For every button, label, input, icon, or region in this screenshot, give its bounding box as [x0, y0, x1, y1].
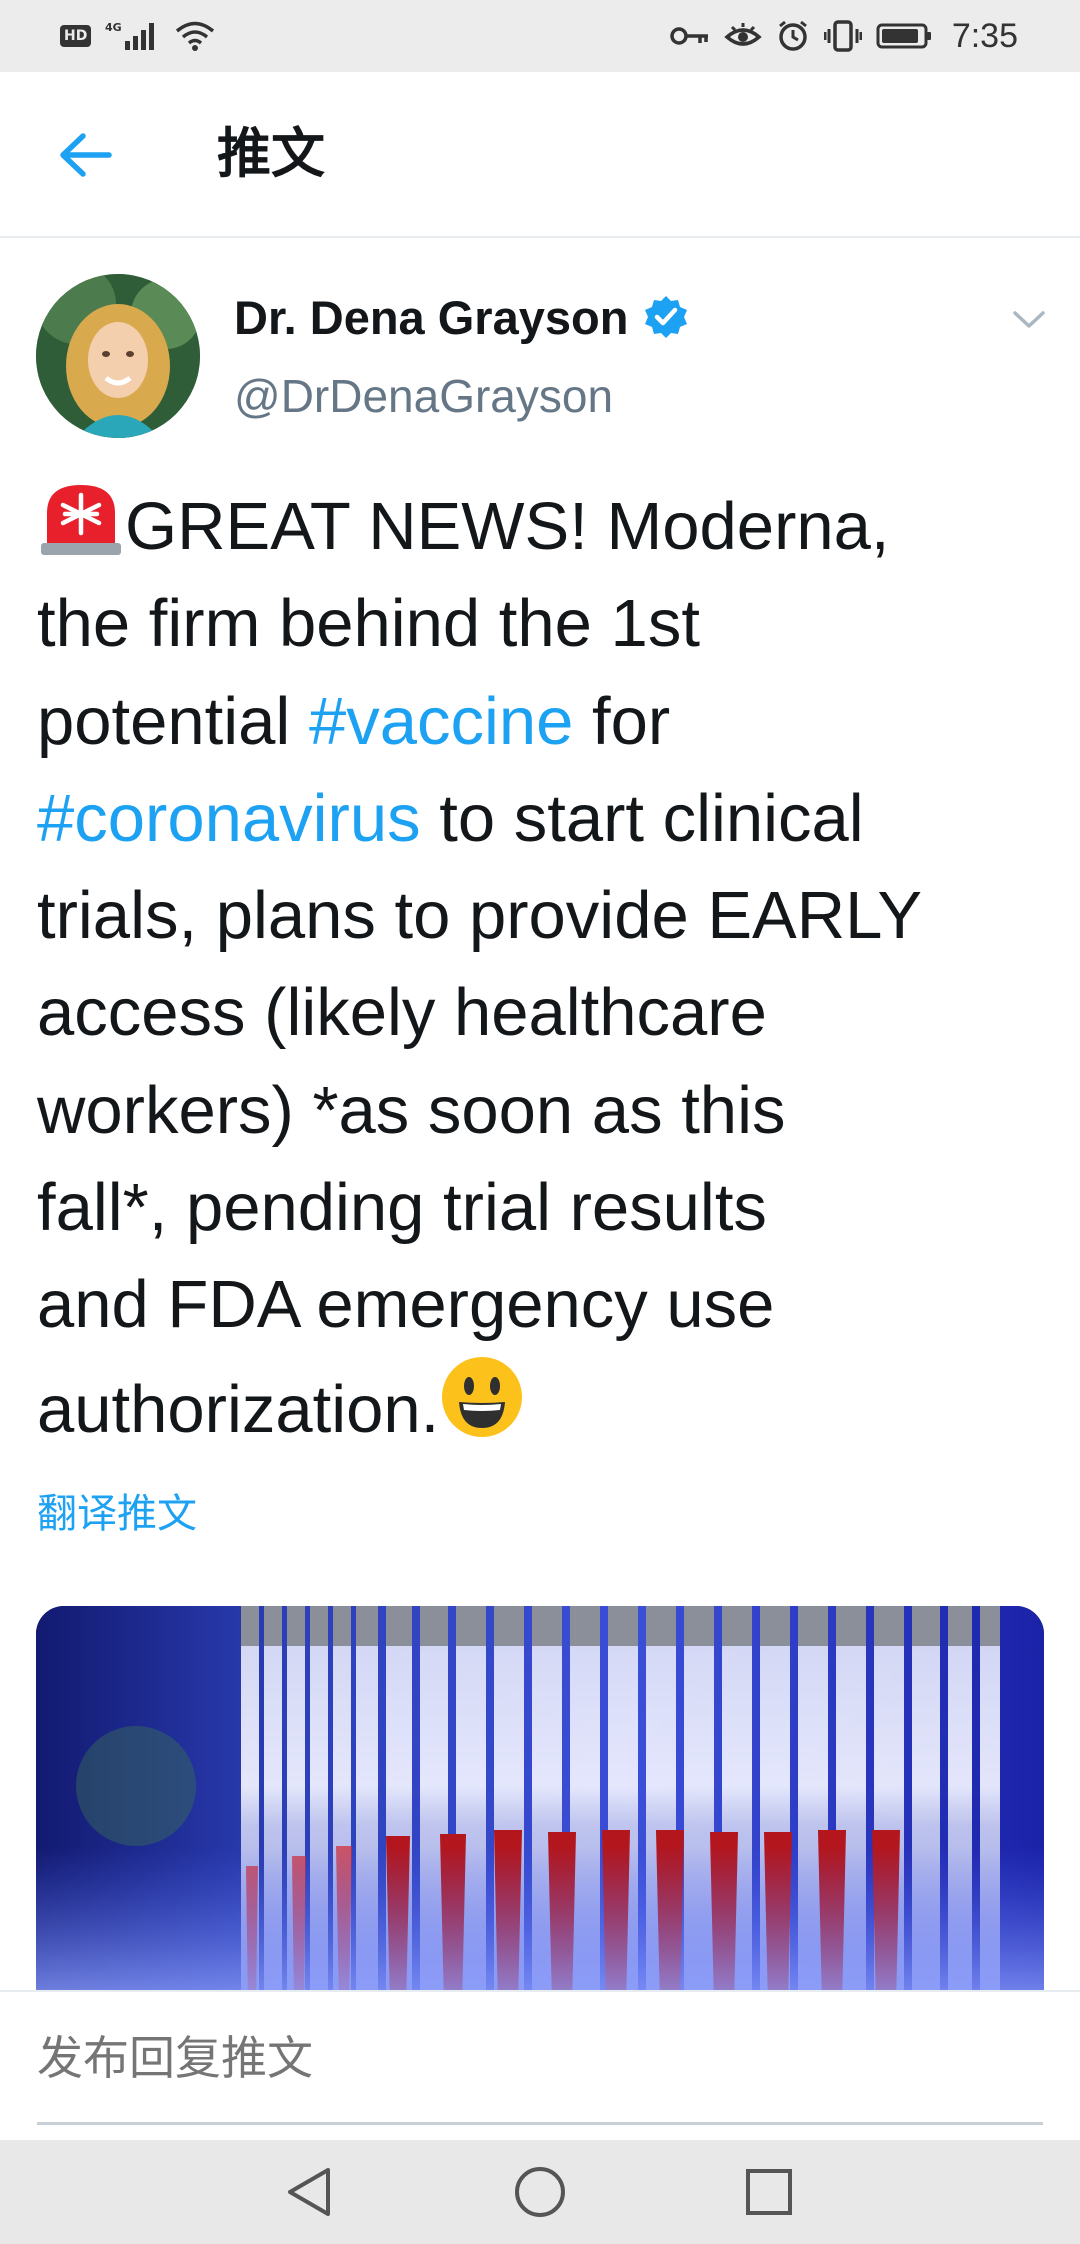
tweet-line-text: for: [573, 683, 671, 759]
key-icon: [670, 21, 710, 51]
translate-tweet-link[interactable]: 翻译推文: [37, 1488, 197, 1540]
square-recents-icon: [746, 2169, 792, 2215]
hashtag-link-vaccine[interactable]: #vaccine: [309, 684, 573, 759]
tweet-line-text: GREAT NEWS! Moderna,: [125, 489, 890, 564]
vibrate-icon: [823, 19, 862, 53]
status-bar: HD 4G 7:35: [0, 0, 1080, 72]
wifi-icon: [175, 20, 215, 52]
tweet-line: GREAT NEWS! Moderna,: [37, 478, 1047, 575]
app-header: 推文: [0, 72, 1080, 238]
battery-icon: [876, 21, 934, 51]
reply-bar: [0, 1990, 1080, 2140]
tweet-line: access (likely healthcare: [37, 964, 1047, 1061]
tweet-line-text: and FDA emergency use: [37, 1267, 775, 1343]
tweet-line-text: potential: [37, 683, 309, 759]
nav-back-button[interactable]: [279, 2162, 339, 2222]
back-button[interactable]: [50, 120, 120, 190]
tweet-line-text: authorization.: [37, 1371, 440, 1447]
arrow-left-icon: [60, 133, 112, 177]
pipette-tips-photo: [36, 1606, 1044, 2006]
author-name[interactable]: Dr. Dena Grayson: [234, 290, 628, 346]
reply-input-underline: [37, 2122, 1043, 2125]
svg-text:4G: 4G: [105, 21, 122, 34]
tweet-line-text: to start clinical: [420, 780, 864, 856]
tweet-line-text: fall*, pending trial results: [37, 1170, 767, 1246]
tweet-line: potential #vaccine for: [37, 673, 1047, 770]
tweet-line: authorization.: [37, 1354, 1047, 1458]
tweet-line-text: access (likely healthcare: [37, 975, 767, 1051]
chevron-down-icon: [1013, 311, 1045, 328]
verified-badge-icon: [645, 296, 688, 338]
profile-photo: [36, 274, 200, 438]
eye-comfort-icon: [724, 21, 762, 51]
rotating-light-emoji-icon: [41, 485, 121, 555]
status-right-group: 7:35: [670, 17, 1018, 56]
tweet-line: #coronavirus to start clinical: [37, 770, 1047, 867]
reply-input[interactable]: [37, 2028, 1043, 2088]
tweet-line: the firm behind the 1st: [37, 575, 1047, 672]
circle-home-icon: [515, 2167, 565, 2217]
status-time: 7:35: [951, 16, 1018, 55]
tweet-line-text: the firm behind the 1st: [37, 586, 700, 662]
alarm-icon: [776, 19, 810, 53]
status-left-group: HD 4G: [60, 19, 215, 53]
system-nav-bar: [0, 2140, 1080, 2244]
tweet-options-button[interactable]: [1006, 300, 1052, 340]
hd-badge: HD: [60, 25, 92, 47]
cellular-signal-icon: 4G: [105, 19, 161, 53]
tweet-line: trials, plans to provide EARLY: [37, 867, 1047, 964]
tweet-line: and FDA emergency use: [37, 1256, 1047, 1353]
tweet-line-text: workers) *as soon as this: [37, 1072, 786, 1148]
avatar[interactable]: [36, 274, 200, 438]
smiley-emoji-icon: [442, 1356, 523, 1437]
triangle-back-icon: [288, 2168, 330, 2216]
page-title: 推文: [217, 122, 325, 185]
tweet-media-image[interactable]: [36, 1606, 1044, 2006]
nav-home-button[interactable]: [510, 2162, 570, 2222]
tweet-line: workers) *as soon as this: [37, 1062, 1047, 1159]
tweet-line: fall*, pending trial results: [37, 1159, 1047, 1256]
tweet-line-text: trials, plans to provide EARLY: [37, 878, 923, 954]
tweet-text: GREAT NEWS! Moderna, the firm behind the…: [37, 478, 1047, 1458]
author-name-row: Dr. Dena Grayson: [234, 290, 690, 346]
author-handle[interactable]: @DrDenaGrayson: [234, 368, 613, 424]
nav-recents-button[interactable]: [739, 2162, 799, 2222]
hashtag-link-coronavirus[interactable]: #coronavirus: [37, 781, 421, 856]
